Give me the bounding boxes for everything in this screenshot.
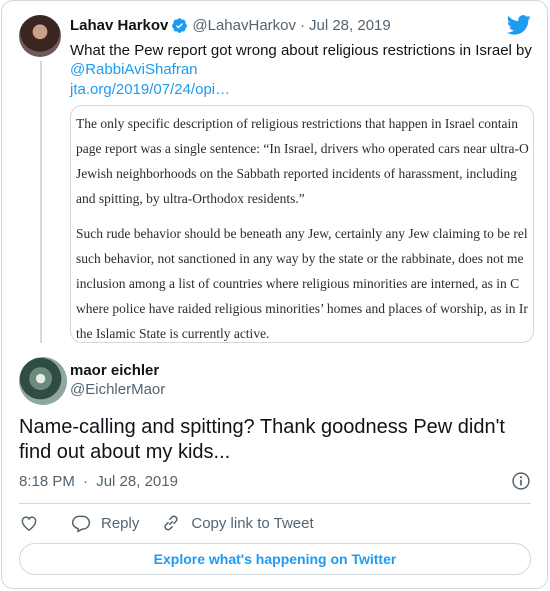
article-line: Jewish neighborhoods on the Sabbath repo… (76, 166, 517, 181)
article-line: the Islamic State is currently active. (76, 326, 270, 341)
verified-badge-icon (172, 18, 188, 33)
quoted-tweet-image[interactable]: The only specific description of religio… (70, 105, 534, 343)
reply-author-handle[interactable]: @EichlerMaor (70, 381, 165, 398)
separator-dot: · (83, 473, 89, 490)
separator-dot: · (300, 17, 305, 34)
reply-icon (71, 515, 91, 533)
tweet-timestamp[interactable]: 8:18 PM · Jul 28, 2019 (19, 473, 178, 490)
article-paragraph-1: The only specific description of religio… (76, 111, 533, 211)
article-paragraph-2: Such rude behavior should be beneath any… (76, 221, 533, 342)
divider (19, 503, 531, 504)
twitter-logo-icon[interactable] (507, 15, 531, 35)
avatar-lahav-harkov[interactable] (19, 15, 61, 57)
quoted-tweet-header: Lahav Harkov @LahavHarkov · Jul 28, 2019 (70, 17, 391, 34)
reply-label: Reply (101, 514, 140, 532)
heart-icon (21, 516, 37, 531)
like-button[interactable] (19, 513, 39, 533)
copy-link-label: Copy link to Tweet (191, 514, 314, 532)
avatar-maor-eichler[interactable] (19, 357, 67, 405)
article-line: such behavior, not sanctioned in any way… (76, 251, 524, 266)
quoted-tweet-text: What the Pew report got wrong about reli… (70, 42, 532, 59)
article-link[interactable]: jta.org/2019/07/24/opi… (70, 80, 230, 100)
thread-connector (40, 61, 42, 343)
explore-button[interactable]: Explore what's happening on Twitter (19, 543, 531, 575)
article-line: inclusion among a list of countries wher… (76, 276, 520, 291)
reply-tweet-text: Name-calling and spitting? Thank goodnes… (19, 416, 505, 463)
quoted-author-handle[interactable]: @LahavHarkov (192, 17, 296, 34)
article-line: page report was a single sentence: “In I… (76, 141, 529, 156)
quoted-tweet-date[interactable]: Jul 28, 2019 (309, 17, 391, 34)
tweet-actions: Reply Copy link to Tweet (19, 513, 314, 533)
link-icon (164, 515, 178, 531)
reply-button[interactable]: Reply (71, 513, 139, 533)
mention-link[interactable]: @RabbiAviShafran (70, 60, 198, 80)
article-line: Such rude behavior should be beneath any… (76, 226, 528, 241)
article-line: The only specific description of religio… (76, 116, 518, 131)
reply-author-name[interactable]: maor eichler (70, 362, 159, 379)
quoted-author-name[interactable]: Lahav Harkov (70, 17, 168, 34)
copy-link-button[interactable]: Copy link to Tweet (161, 513, 314, 533)
article-line: where police have raided religious minor… (76, 301, 528, 316)
tweet-time[interactable]: 8:18 PM (19, 473, 75, 490)
embedded-tweet-card: Lahav Harkov @LahavHarkov · Jul 28, 2019… (1, 0, 548, 589)
article-line: and spitting, by ultra-Orthodox resident… (76, 191, 305, 206)
tweet-date[interactable]: Jul 28, 2019 (96, 473, 178, 490)
info-icon[interactable] (511, 471, 531, 491)
